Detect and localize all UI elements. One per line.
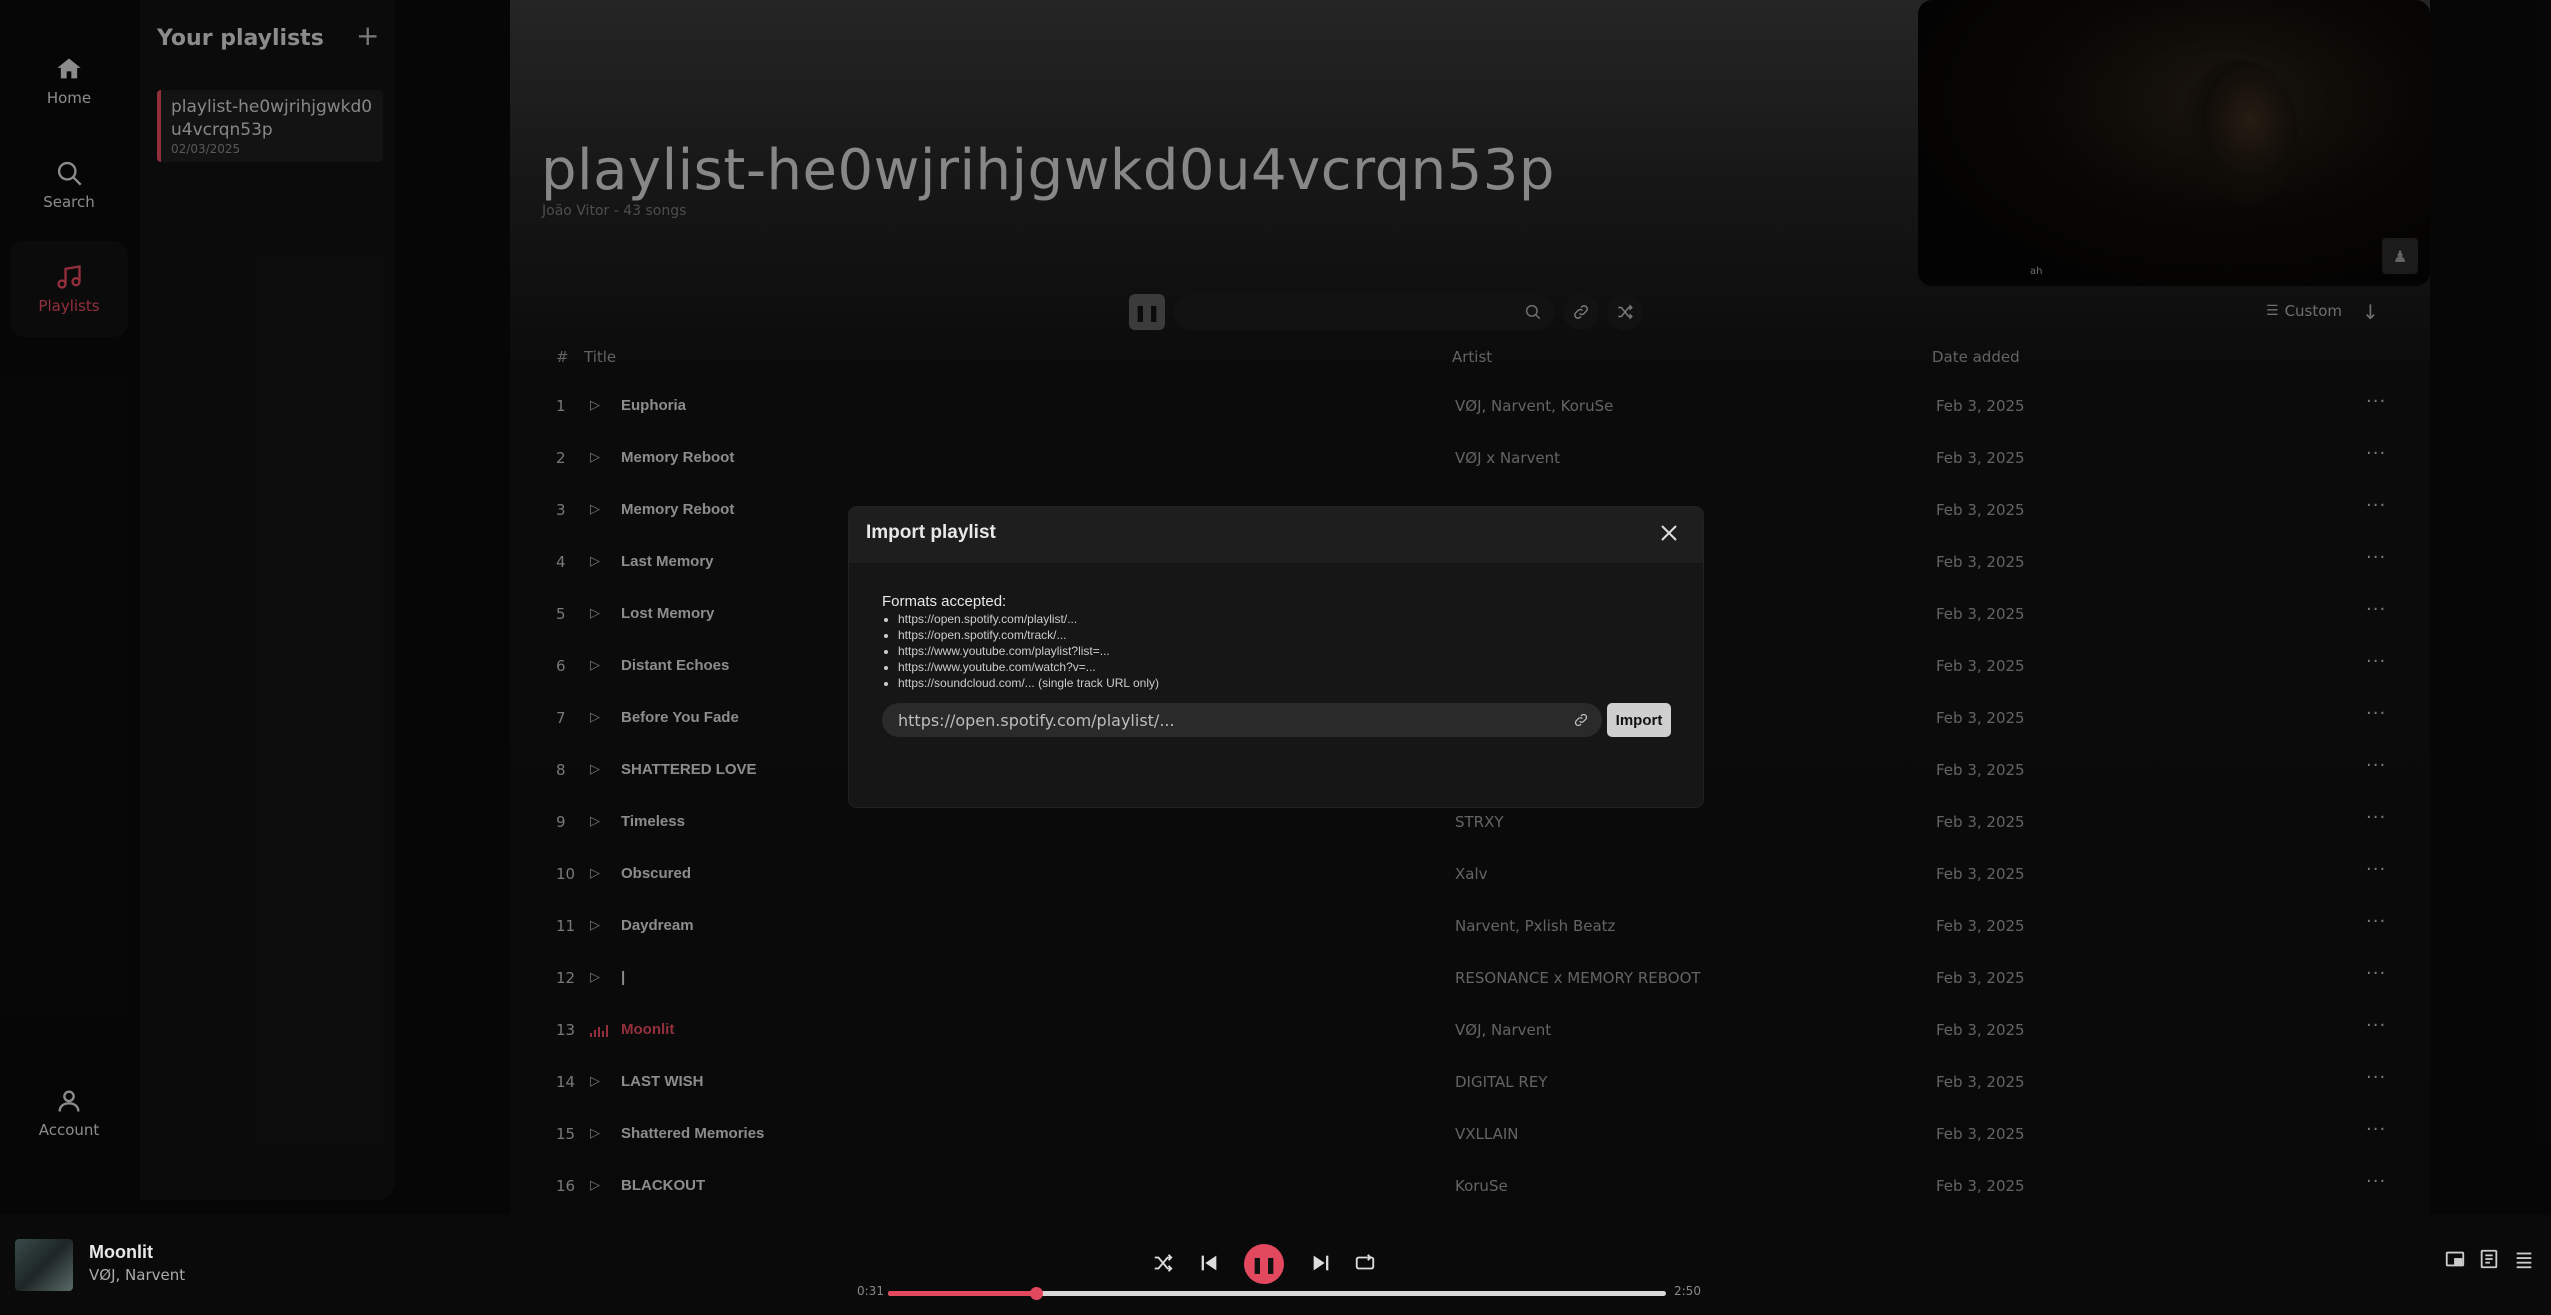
progress-fill	[888, 1291, 1036, 1296]
now-playing-artwork[interactable]	[15, 1239, 73, 1291]
close-icon[interactable]	[1657, 521, 1681, 545]
skip-back-icon	[1201, 1255, 1217, 1271]
shuffle-icon	[1154, 1254, 1173, 1272]
progress-handle[interactable]	[1029, 1287, 1043, 1300]
progress-slider[interactable]	[888, 1287, 1666, 1300]
total-time: 2:50	[1674, 1284, 1701, 1298]
lyrics-icon[interactable]	[2478, 1248, 2500, 1270]
pause-icon: ❚❚	[1250, 1254, 1278, 1274]
dialog-title: Import playlist	[866, 522, 996, 543]
link-icon	[1574, 713, 1588, 727]
format-item: https://open.spotify.com/track/...	[898, 627, 1159, 643]
import-button[interactable]: Import	[1607, 703, 1671, 737]
import-playlist-dialog: Import playlist Formats accepted: https:…	[849, 507, 1703, 807]
repeat-button[interactable]	[1354, 1252, 1376, 1278]
format-item: https://open.spotify.com/playlist/...	[898, 611, 1159, 627]
previous-button[interactable]	[1198, 1252, 1220, 1278]
elapsed-time: 0:31	[857, 1284, 884, 1298]
formats-title: Formats accepted:	[882, 593, 1007, 610]
format-item: https://www.youtube.com/playlist?list=..…	[898, 643, 1159, 659]
next-button[interactable]	[1310, 1252, 1332, 1278]
now-playing-artist[interactable]: VØJ, Narvent	[89, 1266, 185, 1284]
player-bar: Moonlit VØJ, Narvent ❚❚ 0:31 2:50	[0, 1215, 2551, 1315]
repeat-icon	[1355, 1254, 1375, 1270]
play-pause-button[interactable]: ❚❚	[1244, 1244, 1284, 1284]
format-item: https://soundcloud.com/... (single track…	[898, 675, 1159, 691]
now-playing-title[interactable]: Moonlit	[89, 1242, 153, 1263]
mini-player-icon[interactable]	[2444, 1248, 2466, 1270]
skip-forward-icon	[1313, 1255, 1329, 1271]
queue-icon[interactable]	[2513, 1248, 2535, 1270]
formats-list: https://open.spotify.com/playlist/... ht…	[882, 611, 1159, 691]
shuffle-button[interactable]	[1152, 1252, 1174, 1278]
playlist-url-input[interactable]	[882, 703, 1602, 737]
format-item: https://www.youtube.com/watch?v=...	[898, 659, 1159, 675]
